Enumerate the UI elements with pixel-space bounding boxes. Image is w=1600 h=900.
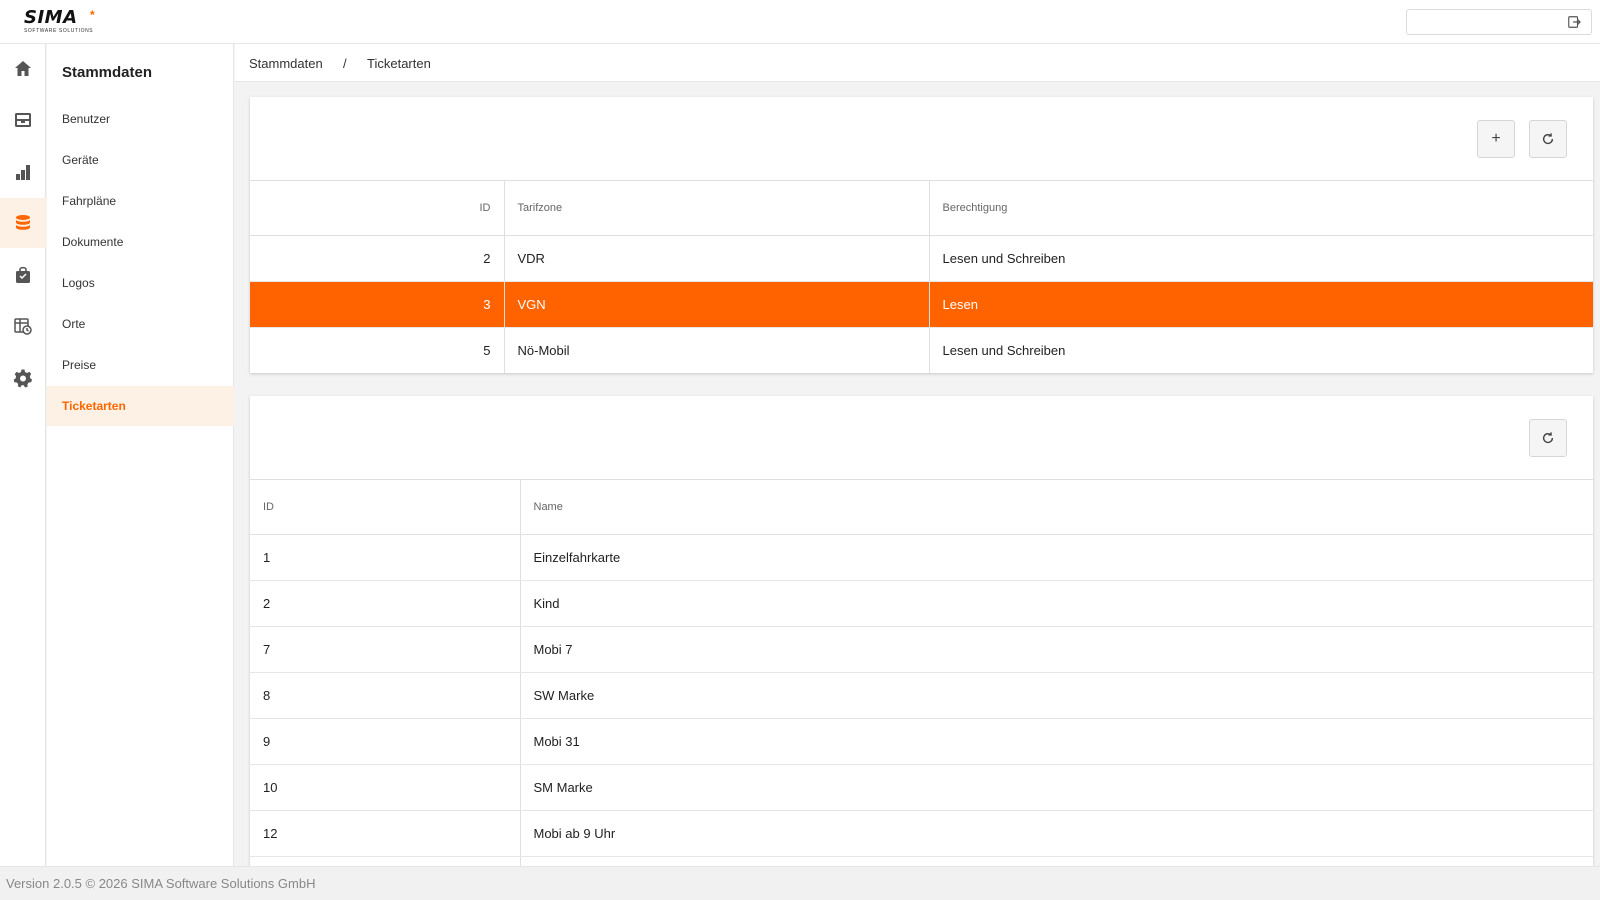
- ticket-types-toolbar: [250, 396, 1593, 480]
- tariff-zones-toolbar: +: [250, 97, 1593, 181]
- table-row[interactable]: 5 Nö-Mobil Lesen und Schreiben: [250, 327, 1593, 373]
- table-row[interactable]: 9 Mobi 31: [250, 718, 1593, 765]
- subnav-item-ticketarten[interactable]: Ticketarten: [47, 386, 234, 426]
- cell-name: [519, 856, 1593, 866]
- subnav-item-preise[interactable]: Preise: [47, 345, 234, 385]
- cell-name: SW Marke: [519, 672, 1593, 719]
- subnav-item-geraete[interactable]: Geräte: [47, 140, 234, 180]
- inbox-icon: [15, 113, 31, 127]
- column-header-id[interactable]: ID: [250, 480, 520, 535]
- cell-id: 8: [250, 672, 520, 719]
- sub-navigation: Stammdaten Benutzer Geräte Fahrpläne Dok…: [47, 44, 234, 866]
- cell-id: 7: [250, 626, 520, 673]
- refresh-button[interactable]: [1529, 419, 1567, 457]
- gear-icon: [13, 369, 33, 388]
- add-button[interactable]: +: [1477, 120, 1515, 158]
- table-row-selected[interactable]: 3 VGN Lesen: [250, 281, 1593, 328]
- rail-item-settings[interactable]: [0, 353, 46, 403]
- subnav-item-benutzer[interactable]: Benutzer: [47, 99, 234, 139]
- section-title: Stammdaten: [62, 64, 153, 81]
- cell-id: 10: [250, 764, 520, 811]
- cell-id: 3: [250, 281, 504, 328]
- rail-item-inbox[interactable]: [0, 95, 46, 145]
- cell-id: 2: [250, 580, 520, 627]
- cell-id: 2: [250, 235, 504, 282]
- tariff-zones-card: + ID Tarifzone Berechtigung 2 VDR Lesen …: [250, 97, 1593, 373]
- subnav-item-orte[interactable]: Orte: [47, 304, 234, 344]
- home-icon: [15, 61, 31, 76]
- table-clock-icon: [14, 318, 32, 335]
- plus-icon: +: [1491, 130, 1501, 147]
- column-header-berechtigung[interactable]: Berechtigung: [928, 181, 1593, 236]
- table-row[interactable]: 2 VDR Lesen und Schreiben: [250, 235, 1593, 282]
- table-row[interactable]: 8 SW Marke: [250, 672, 1593, 719]
- table-row[interactable]: 2 Kind: [250, 580, 1593, 627]
- tariff-zones-table: ID Tarifzone Berechtigung 2 VDR Lesen un…: [250, 181, 1593, 373]
- column-header-id[interactable]: ID: [250, 181, 504, 236]
- rail-item-master-data[interactable]: [0, 198, 46, 248]
- bar-chart-icon: [16, 165, 30, 180]
- cell-tarifzone: VGN: [503, 281, 929, 328]
- shopping-bag-icon: [16, 266, 30, 283]
- cell-name: Kind: [519, 580, 1593, 627]
- ticket-types-card: ID Name 1 Einzelfahrkarte 2 Kind 7 Mobi …: [250, 396, 1593, 866]
- subnav-item-fahrplaene[interactable]: Fahrpläne: [47, 181, 234, 221]
- cell-berechtigung: Lesen und Schreiben: [928, 327, 1593, 373]
- refresh-button[interactable]: [1529, 120, 1567, 158]
- column-header-name[interactable]: Name: [519, 480, 1593, 535]
- table-row[interactable]: 7 Mobi 7: [250, 626, 1593, 673]
- cell-name: SM Marke: [519, 764, 1593, 811]
- footer: Version 2.0.5 © 2026 SIMA Software Solut…: [0, 866, 1600, 900]
- top-bar: SIMA * SOFTWARE SOLUTIONS: [0, 0, 1600, 44]
- cell-id: 5: [250, 327, 504, 373]
- rail-item-statistics[interactable]: [0, 147, 46, 197]
- table-header-row: ID Name: [250, 480, 1593, 535]
- subnav-item-logos[interactable]: Logos: [47, 263, 234, 303]
- breadcrumb-root[interactable]: Stammdaten: [249, 56, 323, 71]
- subnav-item-dokumente[interactable]: Dokumente: [47, 222, 234, 262]
- table-header-row: ID Tarifzone Berechtigung: [250, 181, 1593, 236]
- rail-item-shop[interactable]: [0, 250, 46, 300]
- main-navigation-rail: [0, 44, 46, 866]
- rail-item-schedule[interactable]: [0, 301, 46, 351]
- cell-tarifzone: VDR: [503, 235, 929, 282]
- cell-berechtigung: Lesen und Schreiben: [928, 235, 1593, 282]
- table-row[interactable]: 10 SM Marke: [250, 764, 1593, 811]
- cell-id: 12: [250, 810, 520, 857]
- rail-item-home[interactable]: [0, 44, 46, 94]
- cell-id: 1: [250, 534, 520, 581]
- table-row[interactable]: 12 Mobi ab 9 Uhr: [250, 810, 1593, 857]
- version-text: Version 2.0.5 © 2026 SIMA Software Solut…: [6, 876, 316, 891]
- cell-name: Einzelfahrkarte: [519, 534, 1593, 581]
- table-row[interactable]: [250, 856, 1593, 866]
- breadcrumb-current: Ticketarten: [367, 56, 431, 71]
- top-search-field[interactable]: [1406, 9, 1592, 35]
- breadcrumb: Stammdaten / Ticketarten: [235, 44, 1600, 82]
- logo-tagline: SOFTWARE SOLUTIONS: [24, 28, 94, 34]
- cell-id: 9: [250, 718, 520, 765]
- cell-name: Mobi 31: [519, 718, 1593, 765]
- cell-berechtigung: Lesen: [928, 281, 1593, 328]
- cell-name: Mobi ab 9 Uhr: [519, 810, 1593, 857]
- cell-name: Mobi 7: [519, 626, 1593, 673]
- cell-id: [250, 856, 520, 866]
- refresh-icon: [1542, 133, 1554, 145]
- logo-star-icon: *: [90, 8, 95, 22]
- column-header-tarifzone[interactable]: Tarifzone: [503, 181, 929, 236]
- cell-tarifzone: Nö-Mobil: [503, 327, 929, 373]
- sima-logo[interactable]: SIMA * SOFTWARE SOLUTIONS: [24, 8, 104, 35]
- database-icon: [16, 215, 30, 230]
- logout-icon[interactable]: [1567, 15, 1581, 29]
- breadcrumb-separator: /: [343, 56, 347, 71]
- ticket-types-table: ID Name 1 Einzelfahrkarte 2 Kind 7 Mobi …: [250, 480, 1593, 866]
- refresh-icon: [1542, 432, 1554, 444]
- table-row[interactable]: 1 Einzelfahrkarte: [250, 534, 1593, 581]
